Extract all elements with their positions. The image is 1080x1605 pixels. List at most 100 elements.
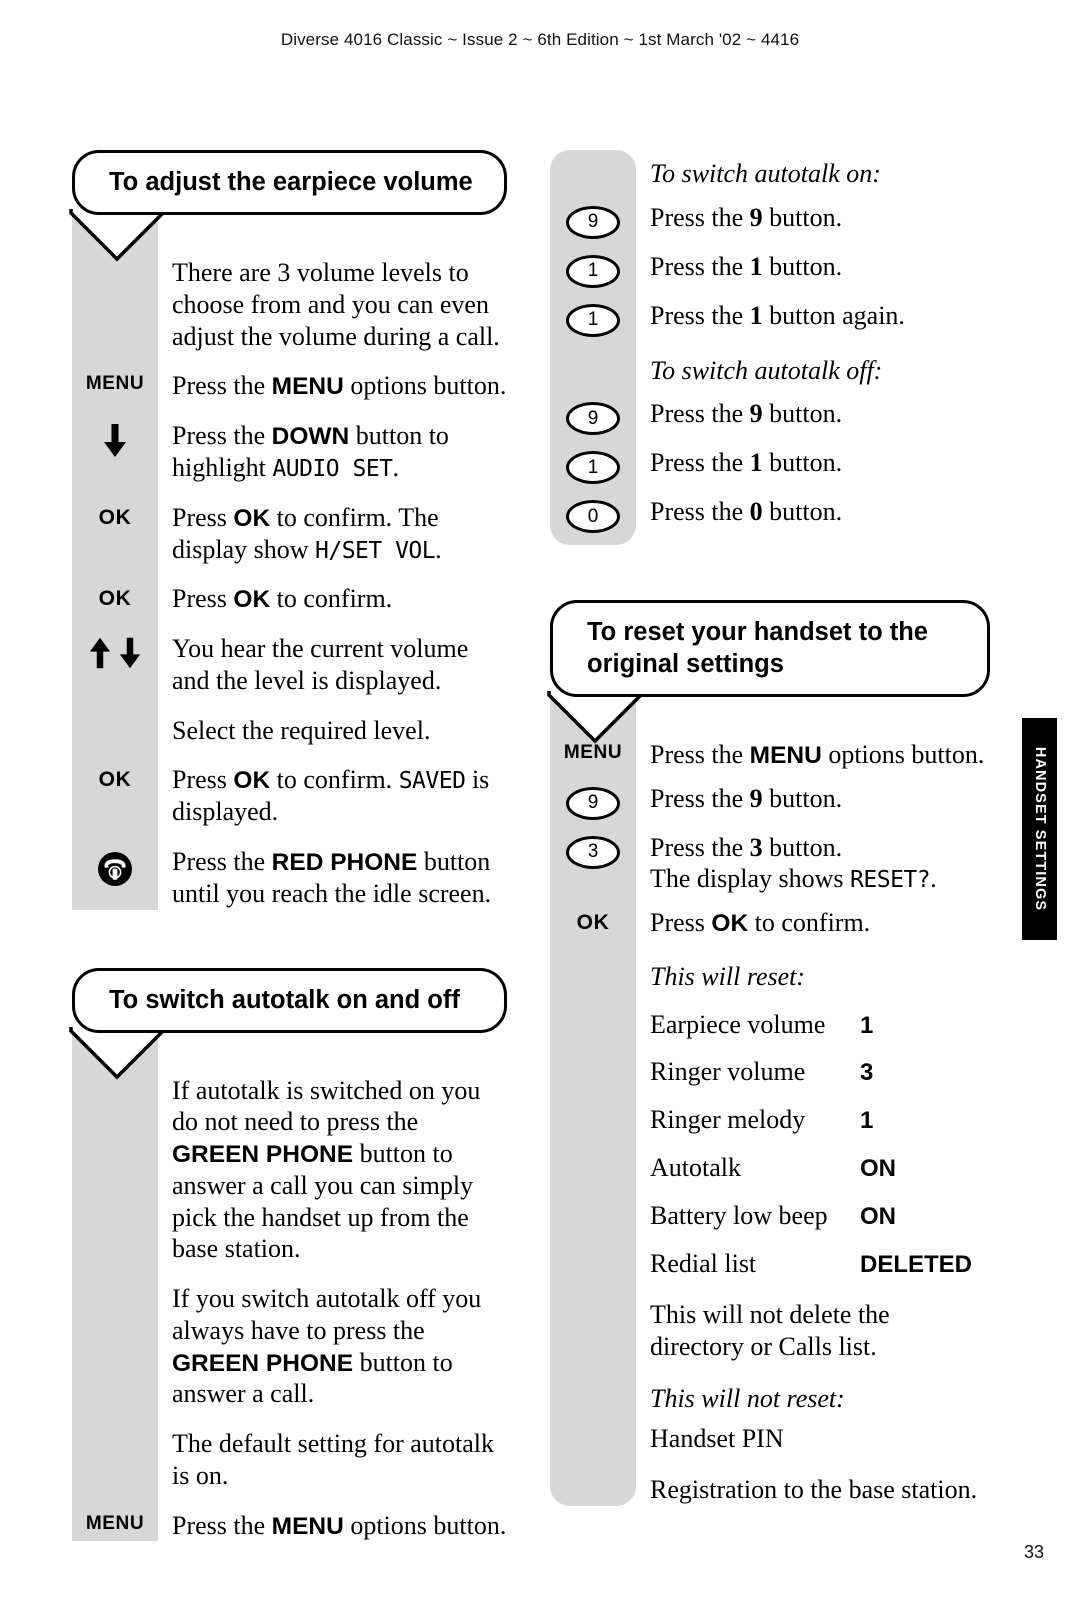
step-row: OK Press OK to confirm. SAVED is displaye… — [72, 764, 517, 828]
step-text: Press the RED PHONE button until you reac… — [172, 846, 492, 908]
setting-label: Ringer melody — [650, 1105, 806, 1135]
step-text: Press the 9 button. — [650, 399, 843, 429]
step-text: Press the 9 button. — [650, 202, 843, 232]
step-row: MENU Press the MENU options button. — [72, 370, 517, 402]
step-key-none — [550, 158, 636, 162]
steps-autotalk: If autotalk is switched on you do not ne… — [72, 1028, 517, 1542]
lcd-text: RESET? — [850, 867, 931, 894]
step-row: If you switch autotalk off you always ha… — [72, 1283, 517, 1410]
step-text: Press OK to confirm. — [650, 907, 871, 937]
step-key-none — [72, 1283, 158, 1287]
step-key-digit-9: 9 — [550, 398, 636, 436]
step-key-none — [72, 715, 158, 719]
step-row: To switch autotalk on: — [550, 158, 1010, 190]
step-row: OK Press OK to confirm. — [72, 583, 517, 615]
ok-key-label: OK — [98, 587, 132, 611]
step-text: Press the 1 button. — [650, 448, 843, 478]
step-text: Press the 1 button. — [650, 251, 843, 281]
step-key-none — [550, 961, 636, 965]
will-not-reset-item: Handset PIN — [650, 1423, 784, 1453]
step-text: Press the DOWN button to highlight AUDIO … — [172, 421, 449, 483]
digit-key-icon: 9 — [566, 402, 620, 436]
step-row: 3 Press the 3 button. The display shows R… — [550, 832, 1010, 895]
step-row: Select the required level. — [72, 715, 517, 747]
lcd-text: AUDIO SET — [272, 456, 393, 483]
step-row: 9 Press the 9 button. — [550, 202, 1010, 239]
reset-note: This will not delete the directory or Ca… — [650, 1300, 890, 1362]
setting-label: Earpiece volume — [650, 1009, 826, 1039]
step-key-none — [72, 1428, 158, 1432]
step-text: Press the 0 button. — [650, 497, 843, 527]
section-autotalk: To switch autotalk on and off If autotal… — [69, 967, 517, 1542]
section-title-reset-handset: To reset your handset to the original se… — [550, 600, 990, 697]
lcd-text: H/SET VOL — [315, 537, 436, 564]
step-key-menu: MENU — [72, 1510, 158, 1535]
digit-key-icon: 9 — [566, 205, 620, 239]
step-key-ok: OK — [550, 907, 636, 934]
up-arrow-icon — [88, 637, 112, 674]
step-text: Press the MENU options button. — [172, 1510, 507, 1540]
step-row: MENU Press the MENU options button. — [72, 1510, 517, 1542]
digit-key-icon: 1 — [566, 451, 620, 485]
step-row: You hear the current volume and the level… — [72, 633, 517, 696]
step-row: 1 Press the 1 button. — [550, 447, 1010, 485]
step-row: 1 Press the 1 button again. — [550, 300, 1010, 337]
menu-key-label: MENU — [563, 741, 623, 763]
digit-key-icon: 1 — [566, 254, 620, 288]
step-row: There are 3 volume levels to choose from… — [72, 257, 517, 352]
setting-row: Ringer volume 3 — [650, 1056, 1010, 1088]
step-row: OK Press OK to confirm. — [550, 907, 1010, 939]
step-row: To switch autotalk off: — [550, 355, 1010, 387]
setting-label: Redial list — [650, 1248, 757, 1278]
lcd-text: SAVED — [398, 768, 466, 795]
step-row: Press the DOWN button to highlight AUDIO … — [72, 420, 517, 484]
setting-value: ON — [860, 1154, 896, 1182]
step-row: OK Press OK to confirm. The display show … — [72, 502, 517, 566]
step-key-ok: OK — [72, 583, 158, 610]
step-text: There are 3 volume levels to choose from… — [172, 258, 500, 351]
section-title-autotalk: To switch autotalk on and off — [72, 967, 507, 1033]
step-text: Press OK to confirm. SAVED is displayed. — [172, 765, 490, 827]
step-text: Press the MENU options button. — [172, 371, 507, 401]
setting-row: Earpiece volume 1 — [650, 1009, 1010, 1041]
page-header: Diverse 4016 Classic ~ Issue 2 ~ 6th Edi… — [280, 30, 800, 49]
side-tab-handset-settings: HANDSET SETTINGS — [1022, 718, 1057, 940]
side-tab-label: HANDSET SETTINGS — [1031, 746, 1048, 912]
setting-label: Ringer volume — [650, 1057, 806, 1087]
will-not-reset-item: Registration to the base station. — [650, 1475, 978, 1505]
step-row: 1 Press the 1 button. — [550, 251, 1010, 288]
setting-label: Autotalk — [650, 1152, 741, 1182]
setting-value: 3 — [860, 1059, 874, 1087]
will-not-reset-heading: This will not reset: — [650, 1383, 845, 1413]
ok-key-label: OK — [98, 505, 132, 529]
down-arrow-icon — [102, 424, 128, 463]
digit-key-icon: 0 — [566, 500, 620, 534]
setting-row: Redial list DELETED — [650, 1248, 1010, 1280]
step-key-digit-1: 1 — [550, 447, 636, 485]
step-text: Press OK to confirm. — [172, 584, 393, 614]
step-text: Press the 9 button. — [650, 783, 843, 813]
callout-tail — [69, 209, 517, 262]
step-key-digit-3: 3 — [550, 832, 636, 869]
setting-row: Battery low beep ON — [650, 1200, 1010, 1232]
left-column: To adjust the earpiece volume There are … — [69, 150, 517, 1542]
step-key-ok: OK — [72, 502, 158, 529]
digit-key-icon: 9 — [566, 786, 620, 820]
digit-key-icon: 3 — [566, 835, 620, 869]
step-text: Select the required level. — [172, 715, 431, 745]
callout-tail — [547, 690, 1010, 744]
menu-key-label: MENU — [85, 1512, 145, 1534]
step-key-digit-1: 1 — [550, 251, 636, 288]
step-row: Press the RED PHONE button until you reac… — [72, 846, 517, 910]
setting-row: Autotalk ON — [650, 1152, 1010, 1184]
step-row: 9 Press the 9 button. — [550, 783, 1010, 820]
section-title-earpiece-volume: To adjust the earpiece volume — [72, 150, 507, 216]
setting-label: Battery low beep — [650, 1200, 828, 1230]
step-text: If autotalk is switched on you do not ne… — [172, 1075, 481, 1264]
digit-key-icon: 1 — [566, 303, 620, 337]
step-text: If you switch autotalk off you always ha… — [172, 1284, 482, 1409]
menu-key-label: MENU — [85, 373, 145, 395]
right-column: To switch autotalk on: 9 Press the 9 but… — [547, 150, 1010, 1506]
step-text: You hear the current volume and the level… — [172, 634, 469, 695]
step-key-digit-0: 0 — [550, 496, 636, 534]
